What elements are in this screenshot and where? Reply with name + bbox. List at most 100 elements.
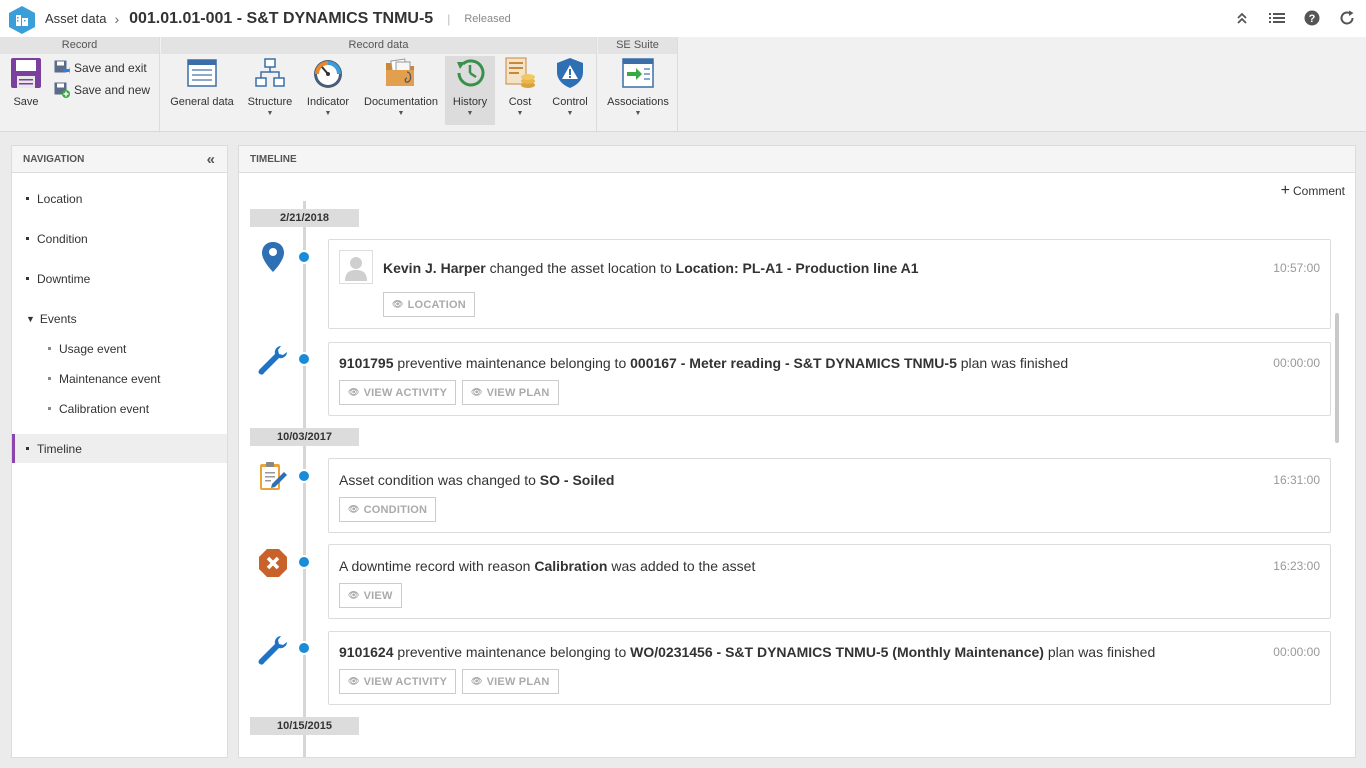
- view-plan-button[interactable]: 👁 VIEW PLAN: [462, 669, 559, 694]
- dropdown-caret-icon: ▼: [634, 110, 642, 117]
- timeline-event-card: 9101624 preventive maintenance belonging…: [328, 631, 1331, 705]
- location-button[interactable]: 👁 LOCATION: [383, 292, 475, 317]
- dropdown-caret-icon: ▼: [466, 110, 474, 117]
- breadcrumb-app[interactable]: Asset data: [45, 11, 106, 26]
- plus-icon: +: [1280, 182, 1290, 199]
- asset-app-icon: [8, 5, 36, 34]
- scrollbar[interactable]: [1335, 313, 1339, 443]
- date-badge: 2/21/2018: [250, 209, 359, 227]
- ribbon-toolbar: Record Save Save and exit Save and new R…: [0, 37, 1366, 132]
- documentation-button[interactable]: Documentation ▼: [361, 56, 441, 128]
- history-clock-icon: [453, 56, 487, 90]
- dropdown-caret-icon: ▼: [324, 110, 332, 117]
- timeline-dot: [297, 555, 311, 569]
- refresh-icon[interactable]: [1338, 8, 1356, 28]
- save-new-icon: [54, 82, 70, 98]
- event-text: A downtime record with reason Calibratio…: [339, 558, 756, 574]
- nav-item-downtime[interactable]: Downtime: [12, 264, 227, 293]
- event-time: 16:23:00: [1273, 559, 1320, 573]
- wrench-icon: [257, 344, 289, 376]
- timeline-event-card: Asset condition was changed to SO - Soil…: [328, 458, 1331, 533]
- chevron-right-icon: ›: [114, 10, 120, 27]
- timeline-panel: TIMELINE + Comment 2/21/2018 Kevin J. Ha…: [238, 145, 1356, 758]
- navigation-title: NAVIGATION: [23, 154, 85, 165]
- shield-warning-icon: [553, 56, 587, 90]
- group-title-record: Record: [0, 37, 159, 54]
- associations-icon: [621, 56, 655, 90]
- nav-item-events[interactable]: ▼ Events: [12, 304, 227, 333]
- add-comment-button[interactable]: + Comment: [1280, 182, 1345, 199]
- eye-icon: 👁: [348, 387, 360, 397]
- event-time: 00:00:00: [1273, 645, 1320, 659]
- save-button[interactable]: Save: [6, 56, 46, 108]
- event-time: 10:57:00: [1273, 261, 1320, 275]
- eye-icon: 👁: [392, 299, 404, 309]
- app-header: Asset data › 001.01.01-001 - S&T DYNAMIC…: [0, 0, 1366, 37]
- nav-item-calibration-event[interactable]: Calibration event: [12, 394, 227, 423]
- view-activity-button[interactable]: 👁 VIEW ACTIVITY: [339, 669, 457, 694]
- cost-coins-icon: [503, 56, 537, 90]
- folder-documents-icon: [384, 56, 418, 90]
- dropdown-caret-icon: ▼: [266, 110, 274, 117]
- svg-text:?: ?: [1309, 13, 1316, 25]
- event-text: Kevin J. Harper changed the asset locati…: [383, 260, 919, 276]
- collapse-up-icon[interactable]: [1233, 8, 1251, 28]
- timeline-dot: [297, 641, 311, 655]
- downtime-icon: [257, 547, 289, 579]
- navigation-panel: NAVIGATION « Location Condition Downtime…: [11, 145, 228, 758]
- wrench-icon: [257, 634, 289, 666]
- view-plan-button[interactable]: 👁 VIEW PLAN: [462, 380, 559, 405]
- eye-icon: 👁: [348, 504, 360, 514]
- location-pin-icon: [257, 241, 289, 273]
- group-title-se-suite: SE Suite: [598, 37, 677, 54]
- help-icon[interactable]: ?: [1303, 8, 1321, 28]
- dropdown-caret-icon: ▼: [516, 110, 524, 117]
- nav-item-timeline[interactable]: Timeline: [12, 434, 227, 463]
- event-text: 9101795 preventive maintenance belonging…: [339, 355, 1069, 371]
- ribbon-group-se-suite: SE Suite Associations ▼: [598, 37, 678, 131]
- hierarchy-icon: [253, 56, 287, 90]
- structure-button[interactable]: Structure ▼: [244, 56, 296, 128]
- date-badge: 10/15/2015: [250, 717, 359, 735]
- avatar: [339, 250, 373, 284]
- timeline-header: TIMELINE: [239, 146, 1355, 173]
- event-time: 00:00:00: [1273, 356, 1320, 370]
- timeline-dot: [297, 469, 311, 483]
- history-button[interactable]: History ▼: [445, 56, 495, 125]
- indicator-button[interactable]: Indicator ▼: [301, 56, 355, 128]
- timeline-event-card: Kevin J. Harper changed the asset locati…: [328, 239, 1331, 329]
- event-text: 9101624 preventive maintenance belonging…: [339, 644, 1156, 660]
- gauge-icon: [311, 56, 345, 90]
- eye-icon: 👁: [471, 676, 483, 686]
- list-icon[interactable]: [1268, 8, 1286, 28]
- view-activity-button[interactable]: 👁 VIEW ACTIVITY: [339, 380, 457, 405]
- floppy-disk-icon: [9, 56, 43, 90]
- save-exit-icon: [54, 60, 70, 74]
- clipboard-edit-icon: [257, 460, 289, 492]
- group-title-record-data: Record data: [161, 37, 596, 54]
- collapse-left-icon[interactable]: «: [207, 146, 215, 173]
- associations-button[interactable]: Associations ▼: [602, 56, 674, 128]
- dropdown-caret-icon: ▼: [566, 110, 574, 117]
- eye-icon: 👁: [348, 590, 360, 600]
- nav-item-usage-event[interactable]: Usage event: [12, 334, 227, 363]
- control-button[interactable]: Control ▼: [547, 56, 593, 128]
- timeline-event-card: 9101795 preventive maintenance belonging…: [328, 342, 1331, 416]
- general-data-button[interactable]: General data: [167, 56, 237, 128]
- view-button[interactable]: 👁 VIEW: [339, 583, 402, 608]
- dropdown-caret-icon: ▼: [397, 110, 405, 117]
- nav-item-maintenance-event[interactable]: Maintenance event: [12, 364, 227, 393]
- nav-item-condition[interactable]: Condition: [12, 224, 227, 253]
- ribbon-group-record-data: Record data General data Structure ▼ Ind…: [161, 37, 597, 131]
- date-badge: 10/03/2017: [250, 428, 359, 446]
- event-time: 16:31:00: [1273, 473, 1320, 487]
- caret-down-icon: ▼: [26, 313, 35, 324]
- save-and-exit-button[interactable]: Save and exit: [54, 60, 147, 76]
- nav-item-location[interactable]: Location: [12, 184, 227, 213]
- condition-button[interactable]: 👁 CONDITION: [339, 497, 437, 522]
- status-badge: Released: [464, 12, 511, 25]
- timeline-dot: [297, 352, 311, 366]
- page-title: 001.01.01-001 - S&T DYNAMICS TNMU-5: [129, 9, 434, 27]
- save-and-new-button[interactable]: Save and new: [54, 82, 150, 98]
- cost-button[interactable]: Cost ▼: [501, 56, 539, 128]
